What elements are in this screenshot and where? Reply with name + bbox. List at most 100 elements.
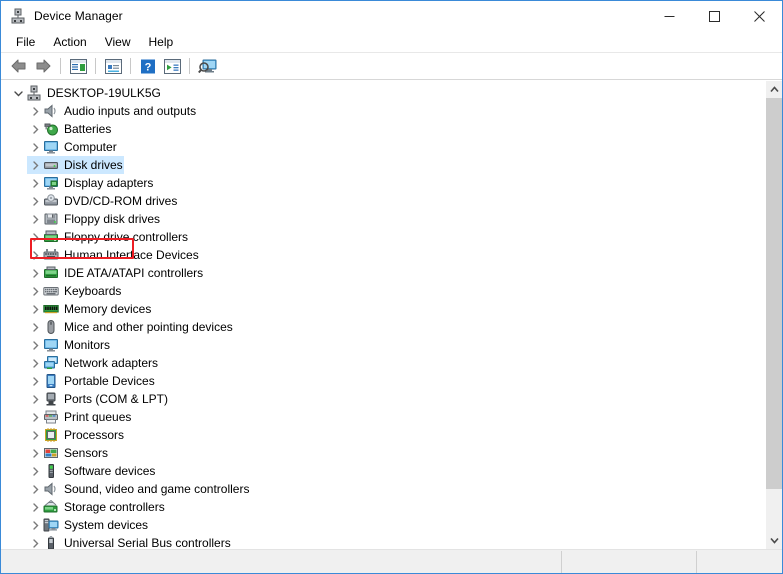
forward-button[interactable] [31, 55, 55, 77]
scroll-down-button[interactable] [766, 532, 782, 549]
scroll-up-button[interactable] [766, 81, 782, 98]
printer-icon [43, 409, 59, 425]
device-tree-pane[interactable]: DESKTOP-19ULK5G Audio inputs and outputs B… [1, 81, 765, 549]
window-title: Device Manager [34, 9, 123, 23]
back-button[interactable] [7, 55, 31, 77]
chevron-right-icon[interactable] [27, 304, 43, 314]
tree-item-label: Floppy drive controllers [64, 230, 189, 244]
chevron-right-icon[interactable] [27, 484, 43, 494]
tree-item-processors[interactable]: Processors [2, 426, 765, 444]
scrollbar-track[interactable] [766, 98, 782, 532]
tree-item-batteries[interactable]: Batteries [2, 120, 765, 138]
tree-item-label: Human Interface Devices [64, 248, 199, 262]
chevron-right-icon[interactable] [27, 358, 43, 368]
chevron-right-icon[interactable] [27, 268, 43, 278]
tree-item-system-devices[interactable]: System devices [2, 516, 765, 534]
tree-item-network-adapters[interactable]: Network adapters [2, 354, 765, 372]
tree-item-dvd-cd-rom-drives[interactable]: DVD/CD-ROM drives [2, 192, 765, 210]
menu-view[interactable]: View [96, 32, 140, 52]
chevron-right-icon[interactable] [27, 160, 43, 170]
tree-item-storage-controllers[interactable]: Storage controllers [2, 498, 765, 516]
chevron-right-icon[interactable] [27, 520, 43, 530]
statusbar-pane-3 [697, 550, 782, 573]
scrollbar-thumb[interactable] [766, 98, 782, 489]
titlebar: Device Manager [1, 1, 782, 31]
maximize-button[interactable] [692, 1, 737, 31]
chevron-right-icon[interactable] [27, 538, 43, 548]
toolbar: ? [1, 53, 782, 80]
toolbar-separator [95, 58, 96, 74]
properties-button[interactable] [101, 55, 125, 77]
tree-item-floppy-disk-drives[interactable]: Floppy disk drives [2, 210, 765, 228]
tree-item-disk-drives[interactable]: Disk drives [2, 156, 765, 174]
chevron-right-icon[interactable] [27, 448, 43, 458]
tree-item-label: Batteries [64, 122, 112, 136]
chevron-right-icon[interactable] [27, 250, 43, 260]
tree-item-human-interface-devices[interactable]: Human Interface Devices [2, 246, 765, 264]
menu-file[interactable]: File [7, 32, 44, 52]
chevron-down-icon[interactable] [10, 89, 26, 98]
vertical-scrollbar[interactable] [765, 81, 782, 549]
tree-item-universal-serial-bus-controllers[interactable]: Universal Serial Bus controllers [2, 534, 765, 549]
tree-item-label: Keyboards [64, 284, 122, 298]
update-driver-button[interactable] [160, 55, 184, 77]
chevron-right-icon[interactable] [27, 340, 43, 350]
chevron-right-icon[interactable] [27, 286, 43, 296]
tree-item-sensors[interactable]: Sensors [2, 444, 765, 462]
chevron-right-icon[interactable] [27, 322, 43, 332]
chevron-right-icon[interactable] [27, 106, 43, 116]
svg-text:?: ? [145, 61, 152, 73]
menu-help[interactable]: Help [140, 32, 183, 52]
chevron-right-icon[interactable] [27, 124, 43, 134]
chevron-right-icon[interactable] [27, 430, 43, 440]
window-controls [647, 1, 782, 31]
tree-item-print-queues[interactable]: Print queues [2, 408, 765, 426]
tree-item-monitors[interactable]: Monitors [2, 336, 765, 354]
port-icon [43, 391, 59, 407]
tree-item-ide-ata-atapi-controllers[interactable]: IDE ATA/ATAPI controllers [2, 264, 765, 282]
help-button[interactable]: ? [136, 55, 160, 77]
network-adapter-icon [43, 355, 59, 371]
chevron-right-icon[interactable] [27, 232, 43, 242]
tree-item-floppy-drive-controllers[interactable]: Floppy drive controllers [2, 228, 765, 246]
chevron-right-icon[interactable] [27, 178, 43, 188]
tree-item-label: DESKTOP-19ULK5G [47, 86, 161, 100]
tree-item-label: Storage controllers [64, 500, 165, 514]
display-adapter-icon [43, 175, 59, 191]
menu-action[interactable]: Action [44, 32, 95, 52]
tree-root-item[interactable]: DESKTOP-19ULK5G [2, 84, 765, 102]
chevron-right-icon[interactable] [27, 394, 43, 404]
tree-item-label: Portable Devices [64, 374, 155, 388]
usb-icon [43, 535, 59, 549]
chevron-right-icon[interactable] [27, 196, 43, 206]
monitor-icon [43, 139, 59, 155]
tree-item-computer[interactable]: Computer [2, 138, 765, 156]
portable-device-icon [43, 373, 59, 389]
close-button[interactable] [737, 1, 782, 31]
chevron-right-icon[interactable] [27, 412, 43, 422]
tree-item-mice-and-other-pointing-devices[interactable]: Mice and other pointing devices [2, 318, 765, 336]
storage-ctrl-icon [43, 499, 59, 515]
menubar: File Action View Help [1, 31, 782, 53]
tree-item-memory-devices[interactable]: Memory devices [2, 300, 765, 318]
chevron-right-icon[interactable] [27, 214, 43, 224]
tree-item-audio-inputs-and-outputs[interactable]: Audio inputs and outputs [2, 102, 765, 120]
scan-hardware-button[interactable] [195, 55, 219, 77]
chevron-right-icon[interactable] [27, 376, 43, 386]
device-manager-icon [10, 8, 26, 24]
chevron-right-icon[interactable] [27, 466, 43, 476]
mouse-icon [43, 319, 59, 335]
show-hide-tree-button[interactable] [66, 55, 90, 77]
tree-item-software-devices[interactable]: Software devices [2, 462, 765, 480]
tree-item-label: DVD/CD-ROM drives [64, 194, 178, 208]
monitor-icon [43, 337, 59, 353]
statusbar [1, 549, 782, 573]
tree-item-ports-com-lpt[interactable]: Ports (COM & LPT) [2, 390, 765, 408]
tree-item-display-adapters[interactable]: Display adapters [2, 174, 765, 192]
chevron-right-icon[interactable] [27, 502, 43, 512]
tree-item-keyboards[interactable]: Keyboards [2, 282, 765, 300]
minimize-button[interactable] [647, 1, 692, 31]
chevron-right-icon[interactable] [27, 142, 43, 152]
tree-item-sound-video-and-game-controllers[interactable]: Sound, video and game controllers [2, 480, 765, 498]
tree-item-portable-devices[interactable]: Portable Devices [2, 372, 765, 390]
